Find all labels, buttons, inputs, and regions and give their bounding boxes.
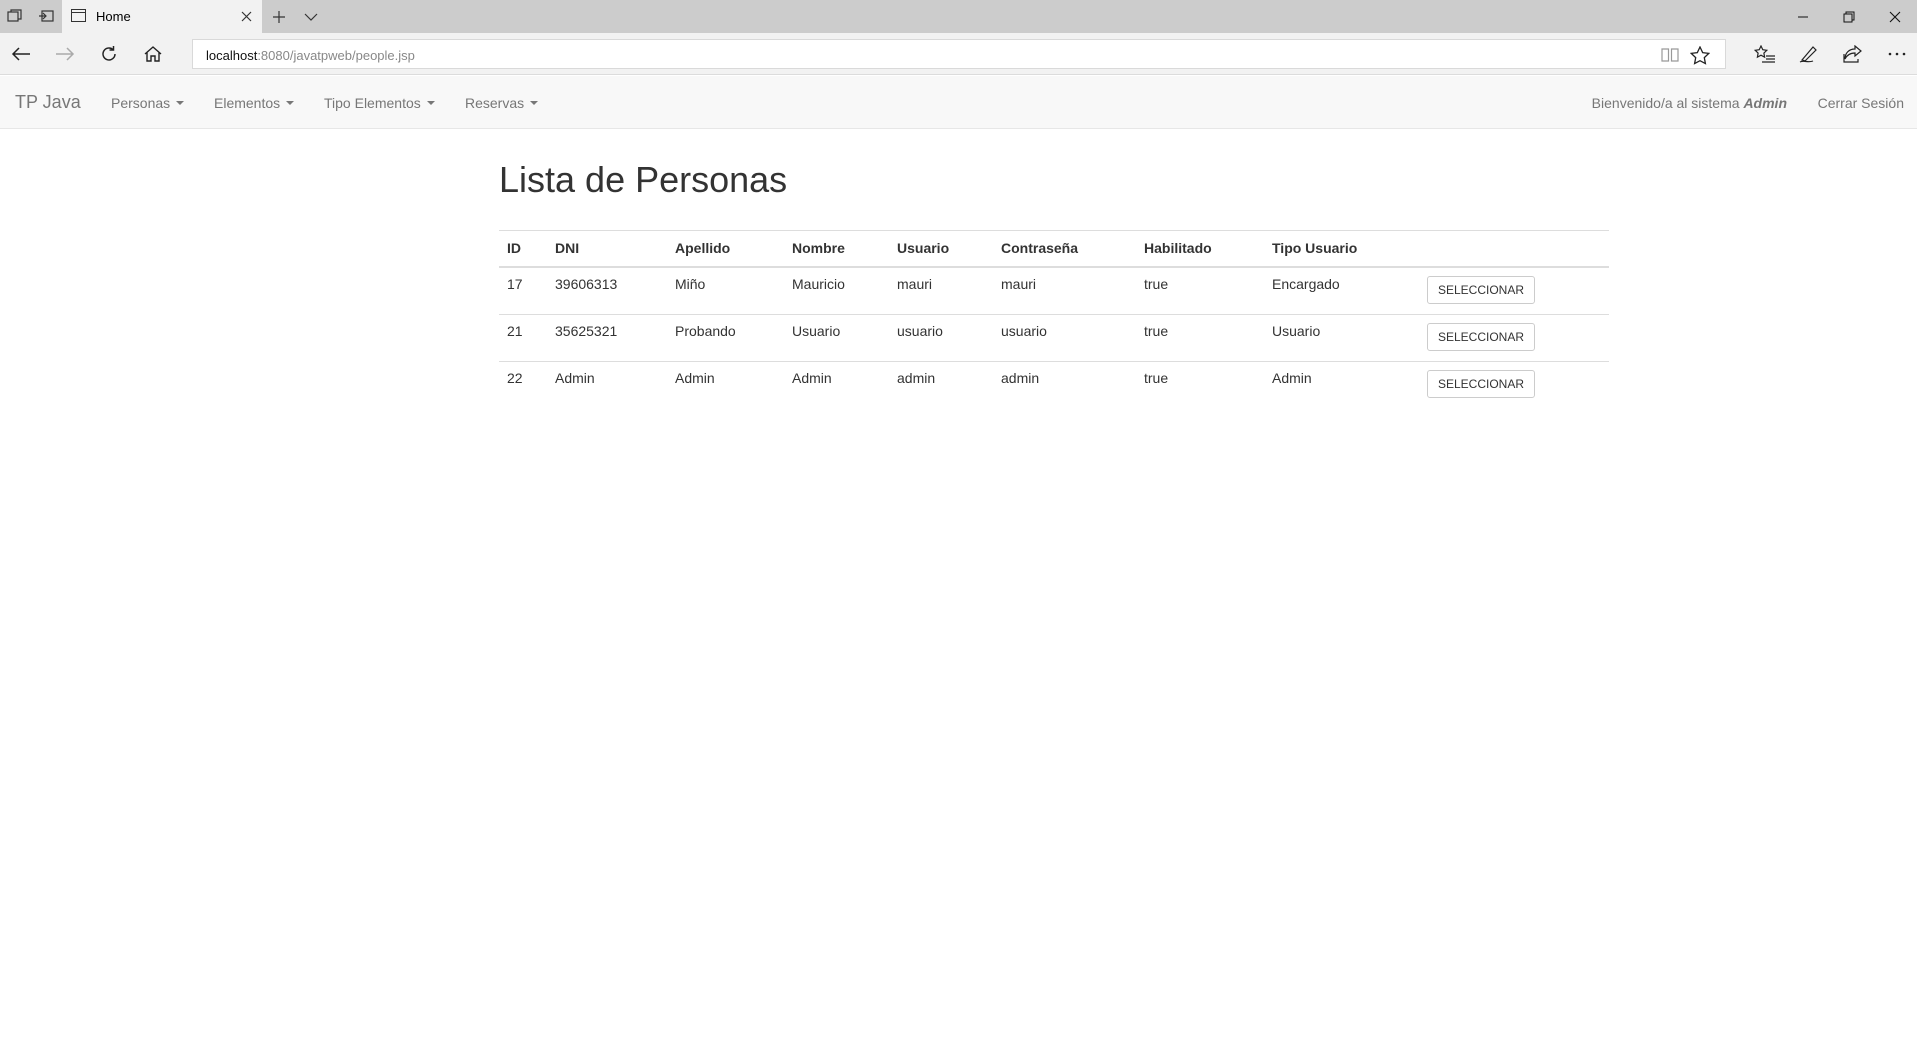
col-header-action <box>1419 229 1609 269</box>
cell-id: 21 <box>499 313 547 362</box>
people-table: ID DNI Apellido Nombre Usuario Contraseñ… <box>499 229 1609 409</box>
page-icon <box>71 9 86 22</box>
set-aside-tabs-icon[interactable] <box>36 7 56 25</box>
cell-dni: Admin <box>547 360 667 409</box>
cell-nombre: Usuario <box>784 313 889 362</box>
menu-reservas[interactable]: Reservas <box>465 95 539 111</box>
cell-usuario: usuario <box>889 313 993 362</box>
cell-action: SELECCIONAR <box>1419 360 1609 409</box>
cell-contrasena: mauri <box>1001 276 1037 293</box>
menu-personas-label: Personas <box>111 95 171 111</box>
cell-contrasena: usuario <box>993 313 1136 362</box>
select-button[interactable]: SELECCIONAR <box>1427 369 1536 398</box>
caret-down-icon <box>286 101 295 105</box>
cell-tipo-usuario: Admin <box>1264 360 1419 409</box>
chevron-down-icon[interactable] <box>300 7 322 27</box>
table-row: 21 35625321 Probando Usuario usuario usu… <box>499 313 1609 362</box>
logout-link[interactable]: Cerrar Sesión <box>1818 95 1904 111</box>
cell-usuario: admin <box>889 360 993 409</box>
welcome-prefix: Bienvenido/a al sistema <box>1591 95 1740 111</box>
close-tab-icon[interactable] <box>238 8 254 24</box>
menu-reservas-label: Reservas <box>465 95 525 111</box>
app-navbar: TP Java Personas Elementos Tipo Elemento… <box>0 76 1917 129</box>
tab-actions-icon[interactable] <box>5 7 25 25</box>
caret-down-icon <box>426 101 435 105</box>
pen-annotate-icon[interactable] <box>1796 42 1822 66</box>
menu-elementos-label: Elementos <box>214 95 281 111</box>
home-icon[interactable] <box>140 42 166 66</box>
select-button[interactable]: SELECCIONAR <box>1427 322 1536 351</box>
cell-usuario: mauri <box>897 276 933 293</box>
col-header-dni: DNI <box>547 229 667 269</box>
col-header-tipo-usuario: Tipo Usuario <box>1264 229 1419 269</box>
browser-toolbar: localhost:8080/javatpweb/people.jsp <box>0 33 1917 75</box>
caret-down-icon <box>530 101 539 105</box>
col-header-habilitado: Habilitado <box>1136 229 1264 269</box>
table-header-row: ID DNI Apellido Nombre Usuario Contraseñ… <box>499 229 1609 269</box>
main-content: Lista de Personas ID DNI Apellido Nombre… <box>499 159 1609 409</box>
share-icon[interactable] <box>1840 42 1866 66</box>
address-bar[interactable]: localhost:8080/javatpweb/people.jsp <box>192 39 1726 69</box>
refresh-icon[interactable] <box>96 42 122 66</box>
cell-apellido: Probando <box>667 313 784 362</box>
page-title: Lista de Personas <box>499 159 788 200</box>
url-host: localhost <box>206 48 258 63</box>
minimize-icon[interactable] <box>1780 0 1826 33</box>
cell-habilitado: true <box>1136 313 1264 362</box>
reading-view-icon[interactable] <box>1659 45 1681 65</box>
col-header-apellido: Apellido <box>667 229 784 269</box>
url-path: :8080/javatpweb/people.jsp <box>257 48 415 63</box>
url-text[interactable]: localhost:8080/javatpweb/people.jsp <box>206 48 415 63</box>
back-arrow-icon[interactable] <box>8 42 34 66</box>
cell-id: 17 <box>507 276 523 293</box>
more-options-icon[interactable] <box>1884 42 1910 66</box>
welcome-message: Bienvenido/a al sistema Admin <box>1592 95 1787 111</box>
browser-tab-bar: Home <box>0 0 1917 33</box>
favorites-hub-icon[interactable] <box>1752 42 1778 66</box>
welcome-user: Admin <box>1743 95 1787 111</box>
select-button[interactable]: SELECCIONAR <box>1427 276 1536 305</box>
app-brand[interactable]: TP Java <box>15 92 81 113</box>
cell-action: SELECCIONAR <box>1419 267 1609 314</box>
cell-tipo-usuario: Usuario <box>1264 313 1419 362</box>
cell-tipo-usuario: Encargado <box>1272 276 1340 293</box>
menu-tipo-elementos-label: Tipo Elementos <box>324 95 421 111</box>
cell-contrasena: admin <box>993 360 1136 409</box>
cell-dni: 39606313 <box>555 276 618 293</box>
cell-dni: 35625321 <box>547 313 667 362</box>
menu-tipo-elementos[interactable]: Tipo Elementos <box>324 95 435 111</box>
new-tab-icon[interactable] <box>268 7 290 27</box>
cell-habilitado: true <box>1144 276 1169 293</box>
menu-personas[interactable]: Personas <box>111 95 185 111</box>
forward-arrow-icon[interactable] <box>52 42 78 66</box>
col-header-usuario: Usuario <box>889 229 993 269</box>
caret-down-icon <box>176 101 185 105</box>
close-window-icon[interactable] <box>1872 0 1917 33</box>
cell-action: SELECCIONAR <box>1419 313 1609 362</box>
col-header-nombre: Nombre <box>784 229 889 269</box>
col-header-contrasena: Contraseña <box>993 229 1136 269</box>
restore-icon[interactable] <box>1826 0 1872 33</box>
tab-title: Home <box>96 9 131 24</box>
cell-nombre: Mauricio <box>792 276 845 293</box>
cell-id: 22 <box>499 360 547 409</box>
cell-apellido: Miño <box>675 276 706 293</box>
cell-nombre: Admin <box>784 360 889 409</box>
menu-elementos[interactable]: Elementos <box>214 95 295 111</box>
col-header-id: ID <box>499 229 547 269</box>
table-row: 17 39606313 Miño Mauricio mauri mauri tr… <box>499 267 1609 314</box>
cell-apellido: Admin <box>667 360 784 409</box>
browser-tab-home[interactable]: Home <box>62 0 262 33</box>
cell-habilitado: true <box>1136 360 1264 409</box>
table-row: 22 Admin Admin Admin admin admin true Ad… <box>499 360 1609 409</box>
favorite-star-icon[interactable] <box>1689 45 1711 65</box>
